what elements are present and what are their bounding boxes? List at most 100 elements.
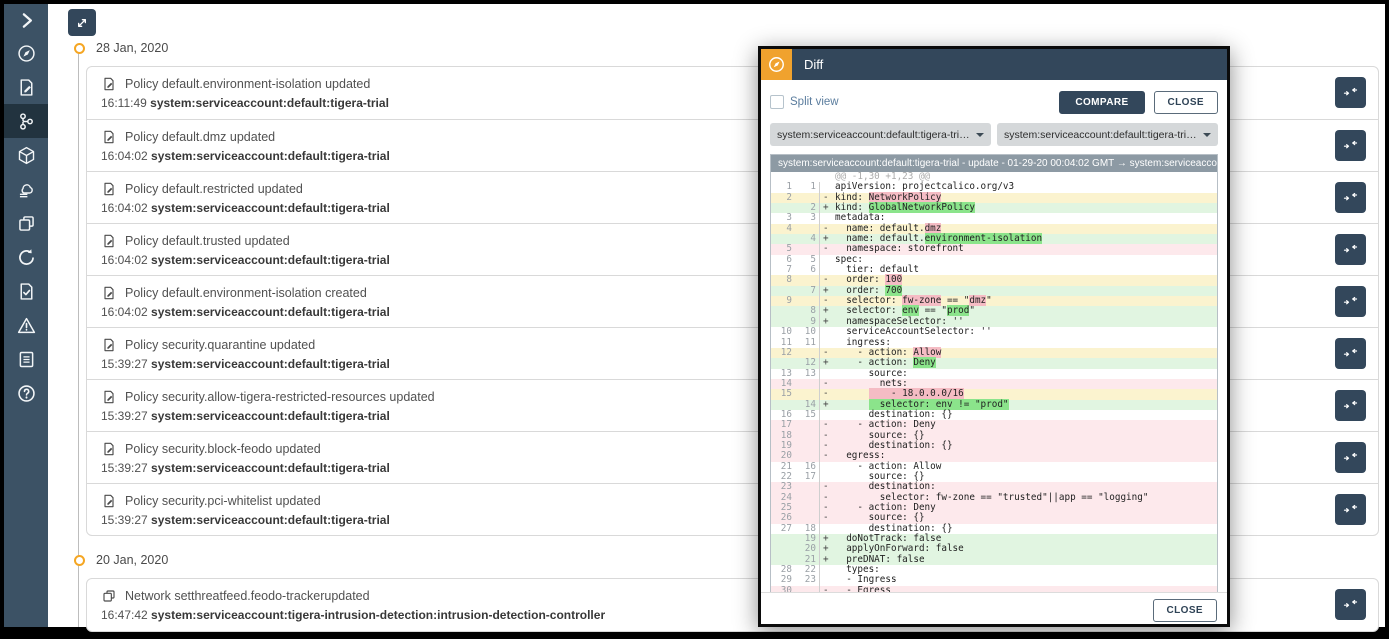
layers-icon — [101, 588, 117, 604]
event-diff-button[interactable] — [1335, 442, 1366, 473]
event-account: system:serviceaccount:default:tigera-tri… — [151, 253, 390, 267]
timeline-date-label: 28 Jan, 2020 — [96, 41, 168, 55]
compare-arrows-icon — [1342, 501, 1359, 518]
event-time: 15:39:27 — [101, 409, 151, 423]
close-button-bottom[interactable]: CLOSE — [1153, 599, 1217, 622]
diff-old-line-number: 27 — [771, 524, 795, 534]
left-sidebar — [4, 4, 48, 627]
expand-timeline-button[interactable] — [68, 9, 96, 36]
event-diff-button[interactable] — [1335, 338, 1366, 369]
event-diff-button[interactable] — [1335, 286, 1366, 317]
diff-new-line-number: 1 — [795, 182, 819, 192]
left-revision-select[interactable]: system:serviceaccount:default:tigera-tri… — [770, 123, 991, 146]
cloud-stack-icon — [16, 179, 37, 200]
sidebar-item-refresh[interactable] — [4, 240, 48, 274]
event-diff-button[interactable] — [1335, 234, 1366, 265]
diff-new-line-number: 3 — [795, 213, 819, 223]
sidebar-item-network-graph[interactable] — [4, 104, 48, 138]
document-check-icon — [16, 281, 37, 302]
diff-marker: + — [819, 358, 835, 368]
right-revision-select[interactable]: system:serviceaccount:default:tigera-tri… — [997, 123, 1218, 146]
close-button-top[interactable]: CLOSE — [1154, 91, 1218, 114]
diff-new-line-number — [795, 441, 819, 451]
sidebar-item-workloads[interactable] — [4, 138, 48, 172]
event-diff-button[interactable] — [1335, 589, 1366, 620]
diff-marker — [819, 327, 835, 337]
timeline-dot-icon — [74, 555, 85, 566]
diff-old-line-number — [771, 534, 795, 544]
diff-new-line-number — [795, 482, 819, 492]
sidebar-item-alerts[interactable] — [4, 308, 48, 342]
diff-marker: + — [819, 400, 835, 410]
split-view-checkbox[interactable] — [770, 95, 784, 109]
event-time: 16:04:02 — [101, 149, 151, 163]
sidebar-item-help[interactable] — [4, 376, 48, 410]
event-time: 15:39:27 — [101, 461, 151, 475]
compare-button[interactable]: COMPARE — [1059, 91, 1144, 114]
event-title: Policy security.allow-tigera-restricted-… — [125, 390, 435, 404]
event-account: system:serviceaccount:default:tigera-tri… — [151, 305, 390, 319]
diff-marker: + — [819, 317, 835, 327]
diff-marker: + — [819, 203, 835, 213]
diff-new-line-number — [795, 389, 819, 399]
cube-icon — [16, 145, 37, 166]
event-account: system:serviceaccount:default:tigera-tri… — [151, 461, 390, 475]
sidebar-item-cloud[interactable] — [4, 172, 48, 206]
sidebar-item-expand-nav[interactable] — [4, 4, 48, 36]
diff-marker — [819, 255, 835, 265]
diff-marker — [819, 172, 835, 182]
document-edit-icon — [101, 76, 117, 92]
diff-new-line-number: 10 — [795, 327, 819, 337]
compass-icon — [767, 55, 786, 74]
diff-revision-header: system:serviceaccount:default:tigera-tri… — [771, 155, 1217, 172]
sidebar-item-layers[interactable] — [4, 206, 48, 240]
document-edit-icon — [101, 129, 117, 145]
sidebar-item-policies[interactable] — [4, 70, 48, 104]
diff-new-line-number — [795, 503, 819, 513]
event-account: system:serviceaccount:default:tigera-tri… — [151, 149, 390, 163]
event-diff-button[interactable] — [1335, 130, 1366, 161]
diff-new-line-number — [795, 420, 819, 430]
compare-arrows-icon — [1342, 241, 1359, 258]
document-list-icon — [16, 349, 37, 370]
event-diff-button[interactable] — [1335, 182, 1366, 213]
layers-icon — [16, 213, 37, 234]
compare-arrows-icon — [1342, 449, 1359, 466]
event-time: 16:04:02 — [101, 253, 151, 267]
event-account: system:serviceaccount:default:tigera-tri… — [150, 96, 389, 110]
diff-new-line-number — [795, 379, 819, 389]
event-title: Policy security.quarantine updated — [125, 338, 315, 352]
event-diff-button[interactable] — [1335, 390, 1366, 421]
event-account: system:serviceaccount:default:tigera-tri… — [151, 409, 390, 423]
compare-arrows-icon — [1342, 397, 1359, 414]
diff-modal-body: Split view COMPARE CLOSE system:servicea… — [761, 80, 1227, 597]
diff-modal-header: Diff — [761, 49, 1227, 80]
diff-new-line-number — [795, 493, 819, 503]
event-time: 16:11:49 — [101, 96, 150, 110]
compare-arrows-icon — [1342, 293, 1359, 310]
event-time: 15:39:27 — [101, 513, 151, 527]
event-title: Policy security.pci-whitelist updated — [125, 494, 321, 508]
sidebar-item-logs[interactable] — [4, 342, 48, 376]
diff-marker: - — [819, 513, 835, 523]
event-diff-button[interactable] — [1335, 77, 1366, 108]
event-time: 15:39:27 — [101, 357, 151, 371]
diff-marker: + — [819, 555, 835, 565]
diff-content: @@ -1,30 +1,23 @@11apiVersion: projectca… — [771, 172, 1217, 596]
sidebar-item-compliance[interactable] — [4, 274, 48, 308]
brand-logo — [761, 49, 792, 80]
event-diff-button[interactable] — [1335, 494, 1366, 525]
event-time: 16:47:42 — [101, 608, 151, 622]
sidebar-item-dashboard[interactable] — [4, 36, 48, 70]
compare-arrows-icon — [1342, 345, 1359, 362]
event-account: system:serviceaccount:default:tigera-tri… — [151, 201, 390, 215]
diff-new-line-number: 4 — [795, 234, 819, 244]
diff-new-line-number: 11 — [795, 338, 819, 348]
document-edit-icon — [101, 233, 117, 249]
compare-arrows-icon — [1342, 596, 1359, 613]
diff-old-line-number: 12 — [771, 348, 795, 358]
event-title: Policy security.block-feodo updated — [125, 442, 321, 456]
document-edit-icon — [101, 285, 117, 301]
event-title: Policy default.environment-isolation cre… — [125, 286, 367, 300]
diff-new-line-number: 23 — [795, 575, 819, 585]
